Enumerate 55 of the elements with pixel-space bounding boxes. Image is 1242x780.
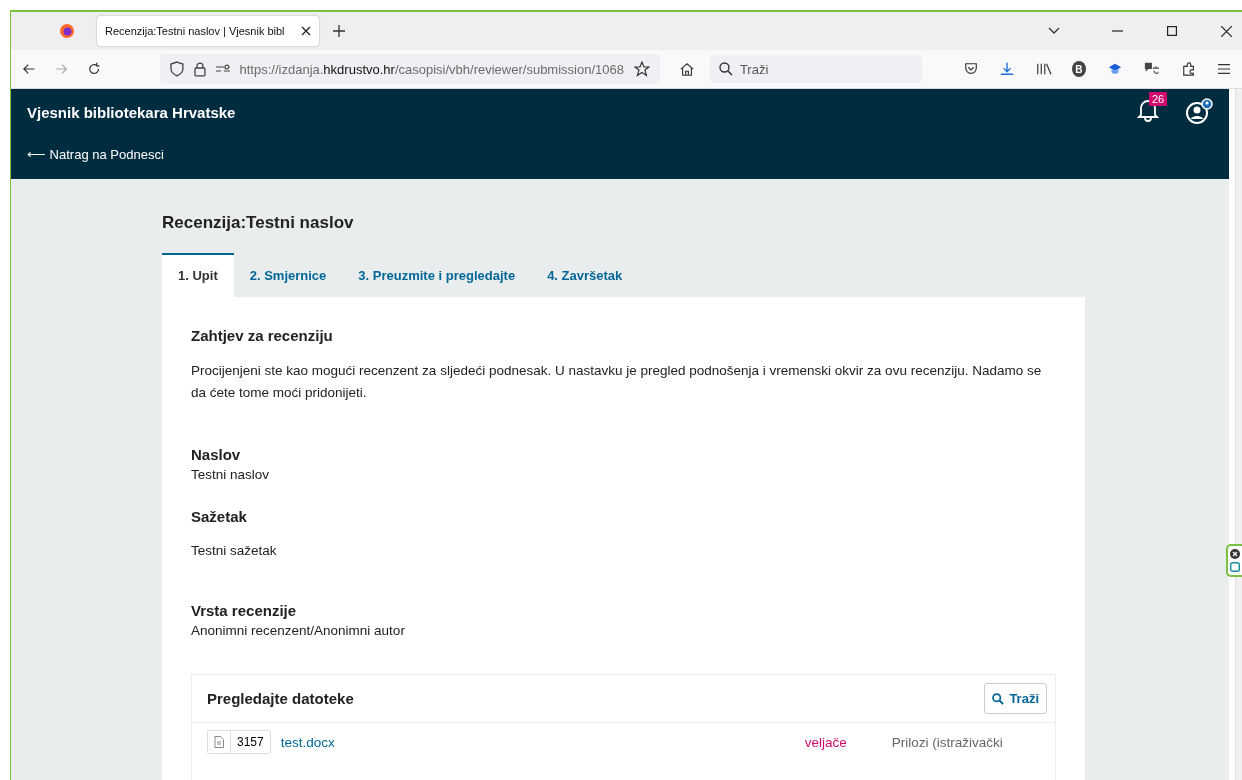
url-text[interactable]: https://izdanja.hkdrustvo.hr/casopisi/vbh/reviewer/submission/1068 [239, 61, 624, 77]
field-value: Testni sažetak [191, 543, 278, 558]
page-title: Recenzija:Testni naslov [162, 213, 355, 233]
file-id-badge: 3157 [207, 730, 271, 754]
permissions-icon[interactable] [215, 64, 230, 74]
star-icon[interactable] [633, 61, 650, 77]
search-field[interactable]: Traži [709, 55, 922, 83]
search-icon [718, 62, 733, 76]
lock-icon[interactable] [193, 61, 206, 77]
pocket-icon[interactable] [963, 62, 978, 76]
search-icon [992, 692, 1005, 705]
step-tab[interactable]: 1. Upit [162, 253, 234, 297]
field-label: Vrsta recenzije [191, 602, 298, 619]
close-icon[interactable] [1230, 549, 1240, 559]
new-tab-icon[interactable] [333, 25, 345, 37]
document-icon [214, 736, 224, 748]
home-icon[interactable] [679, 61, 694, 77]
close-icon[interactable] [1221, 25, 1232, 37]
file-component: Prilozi (istraživački [891, 734, 1003, 750]
field-label: Naslov [191, 446, 242, 463]
notification-count: 26 [1149, 92, 1168, 106]
shield-icon[interactable] [169, 61, 184, 77]
request-description: Procijenjeni ste kao mogući recenzent za sljedeći podnesak. U nastavku je pregled podnošenja i vremenski okvir za ovu recenziju. Nadamo se da ćete tome moći pridonijeti. [191, 362, 1043, 402]
field-label: Sažetak [191, 508, 248, 525]
download-icon[interactable] [999, 61, 1014, 77]
field-value: Testni naslov [191, 467, 271, 482]
back-arrow-icon[interactable] [23, 63, 36, 75]
chevron-down-icon[interactable] [1048, 27, 1060, 35]
step-tab[interactable]: 4. Završetak [531, 253, 639, 297]
file-link[interactable]: test.docx [280, 734, 805, 750]
menu-icon[interactable] [1217, 63, 1230, 75]
close-icon[interactable] [301, 26, 311, 36]
browser-tab[interactable]: Recenzija:Testni naslov | Vjesnik bibl [97, 16, 319, 46]
field-value: Anonimni recenzent/Anonimni autor [191, 623, 406, 638]
maximize-icon[interactable] [1167, 26, 1177, 36]
address-bar[interactable]: https://izdanja.hkdrustvo.hr/casopisi/vbh/reviewer/submission/1068 [159, 54, 660, 84]
search-button[interactable]: Traži [984, 683, 1047, 714]
scrollbar[interactable] [1235, 89, 1242, 780]
side-widget[interactable] [1226, 544, 1242, 577]
widget-logo-icon[interactable] [1230, 562, 1240, 572]
step-tab[interactable]: 3. Preuzmite i pregledajte [342, 253, 532, 297]
extension-icon[interactable]: B [1071, 61, 1086, 77]
step-tab[interactable]: 2. Smjernice [233, 253, 343, 297]
section-heading: Zahtjev za recenziju [191, 327, 334, 344]
site-title[interactable]: Vjesnik bibliotekara Hrvatske [27, 103, 236, 121]
browser-logo-icon[interactable] [59, 23, 75, 39]
back-link[interactable]: ⟵ Natrag na Podnesci [27, 147, 164, 162]
user-avatar-icon[interactable] [1185, 98, 1213, 126]
files-title: Pregledajte datoteke [207, 690, 354, 707]
file-date: veljače [804, 734, 848, 750]
puzzle-piece-icon[interactable] [1181, 61, 1196, 77]
translate-icon[interactable] [1143, 61, 1160, 77]
graduation-cap-icon[interactable] [1107, 62, 1122, 76]
library-icon[interactable] [1036, 62, 1052, 76]
reload-icon[interactable] [87, 62, 100, 76]
